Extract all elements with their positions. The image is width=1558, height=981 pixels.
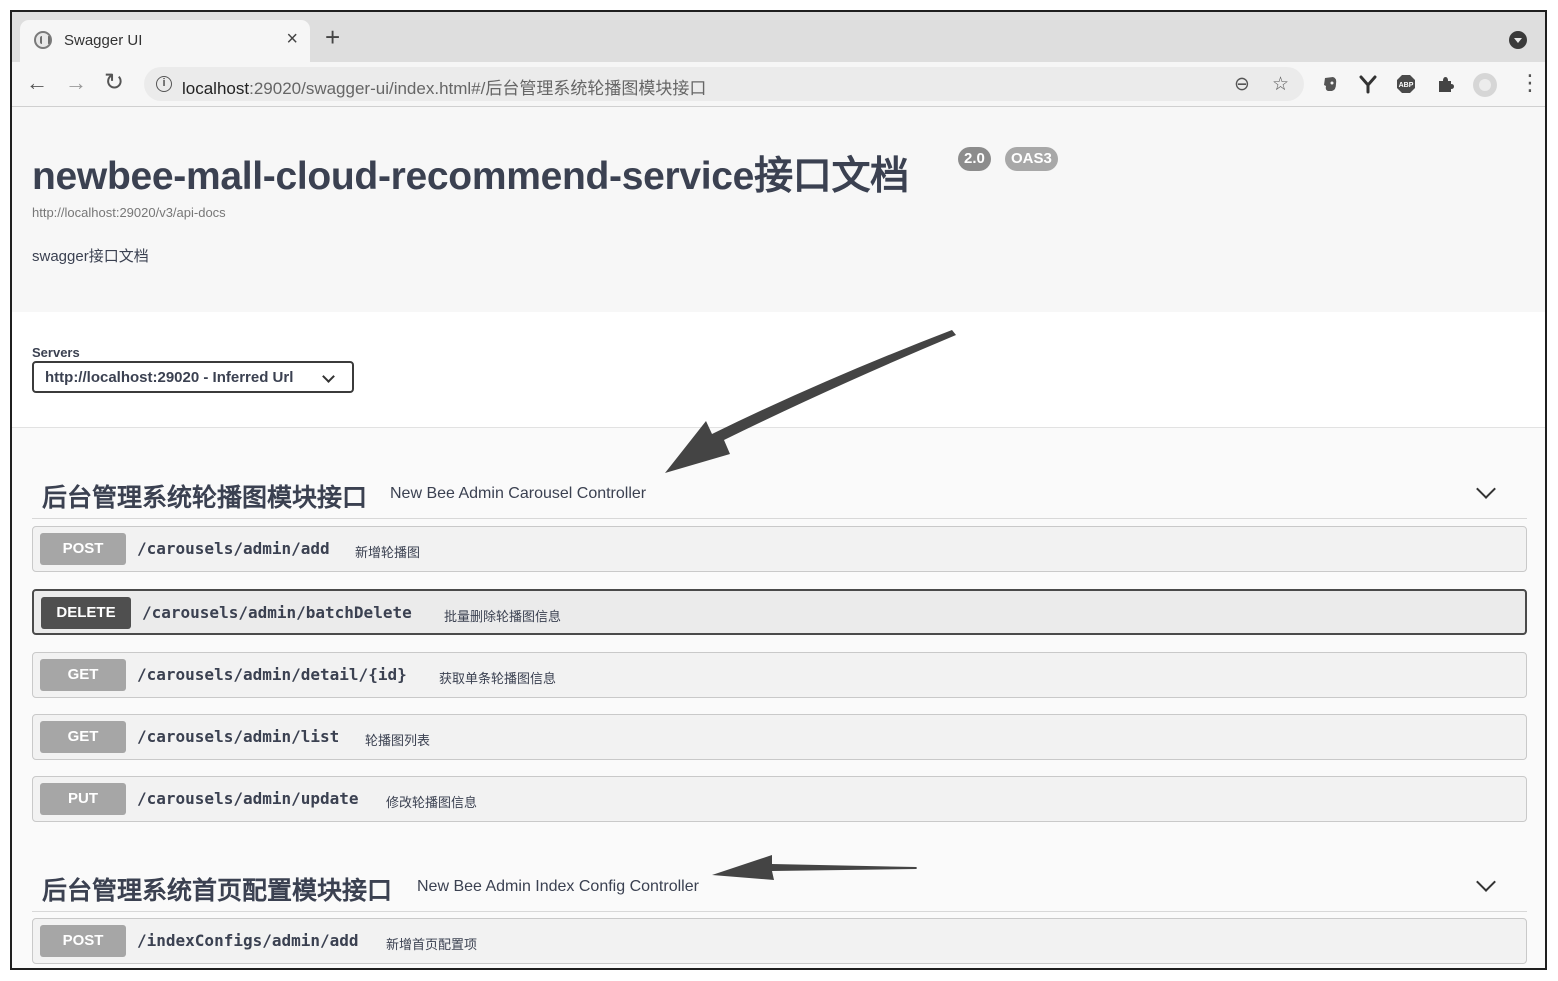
api-title: newbee-mall-cloud-recommend-service接口文档 <box>32 155 909 198</box>
server-select[interactable]: http://localhost:29020 - Inferred Url <box>32 361 354 393</box>
operation-post-carousel-add[interactable]: POST /carousels/admin/add 新增轮播图 <box>32 526 1527 572</box>
fork-extension-icon[interactable] <box>1358 74 1378 94</box>
servers-label: Servers <box>32 345 80 360</box>
reload-button[interactable]: ↻ <box>104 71 124 95</box>
operation-get-carousel-detail[interactable]: GET /carousels/admin/detail/{id} 获取单条轮播图… <box>32 652 1527 698</box>
method-badge: DELETE <box>41 597 131 629</box>
operation-summary: 轮播图列表 <box>365 733 431 748</box>
operation-summary: 新增轮播图 <box>355 545 421 560</box>
tag-description: New Bee Admin Index Config Controller <box>417 878 699 895</box>
tab-search-icon[interactable] <box>1509 31 1527 49</box>
svg-text:ABP: ABP <box>1399 82 1414 89</box>
tab-strip: Swagger UI × + <box>12 12 1545 62</box>
operation-summary: 批量删除轮播图信息 <box>444 609 562 624</box>
server-select-value: http://localhost:29020 - Inferred Url <box>45 369 294 386</box>
operation-delete-carousel-batch[interactable]: DELETE /carousels/admin/batchDelete 批量删除… <box>32 589 1527 635</box>
operation-summary: 新增首页配置项 <box>386 937 478 952</box>
url-text: localhost:29020/swagger-ui/index.html#/后… <box>182 74 706 99</box>
address-bar[interactable]: i localhost:29020/swagger-ui/index.html#… <box>144 67 1304 101</box>
operation-summary: 获取单条轮播图信息 <box>439 671 557 686</box>
tag-description: New Bee Admin Carousel Controller <box>390 485 647 502</box>
chevron-down-icon[interactable] <box>1476 872 1496 892</box>
api-description: swagger接口文档 <box>32 248 149 265</box>
zoom-icon[interactable]: ⊖ <box>1234 73 1250 96</box>
operation-post-index-config-add[interactable]: POST /indexConfigs/admin/add 新增首页配置项 <box>32 918 1527 964</box>
url-host: localhost <box>182 79 250 98</box>
operation-path: /indexConfigs/admin/add <box>137 931 359 950</box>
chevron-down-icon <box>322 370 335 383</box>
tag-header-index-config[interactable]: 后台管理系统首页配置模块接口 New Bee Admin Index Confi… <box>32 831 1527 912</box>
tag-name: 后台管理系统首页配置模块接口 <box>42 877 393 905</box>
operation-path: /carousels/admin/detail/{id} <box>137 665 407 684</box>
browser-menu-icon[interactable]: ⋮ <box>1519 71 1541 95</box>
api-docs-link[interactable]: http://localhost:29020/v3/api-docs <box>32 205 226 220</box>
method-badge: GET <box>40 659 126 691</box>
method-badge: PUT <box>40 783 126 815</box>
browser-window: Swagger UI × + ← → ↻ i localhost:29020/s… <box>10 10 1547 970</box>
oas-badge: OAS3 <box>1005 147 1058 171</box>
operation-path: /carousels/admin/add <box>137 539 330 558</box>
operation-summary: 修改轮播图信息 <box>386 795 478 810</box>
tab-title: Swagger UI <box>64 32 143 49</box>
back-button[interactable]: ← <box>26 71 48 95</box>
operation-path: /carousels/admin/batchDelete <box>142 603 412 622</box>
profile-avatar-icon[interactable] <box>1472 72 1498 98</box>
operation-get-carousel-list[interactable]: GET /carousels/admin/list 轮播图列表 <box>32 714 1527 760</box>
browser-tab[interactable]: Swagger UI × <box>20 20 310 62</box>
tag-name: 后台管理系统轮播图模块接口 <box>42 484 368 512</box>
version-badge: 2.0 <box>958 147 991 171</box>
browser-toolbar: ← → ↻ i localhost:29020/swagger-ui/index… <box>12 62 1545 107</box>
api-info-section: newbee-mall-cloud-recommend-service接口文档 … <box>12 107 1545 312</box>
operation-put-carousel-update[interactable]: PUT /carousels/admin/update 修改轮播图信息 <box>32 776 1527 822</box>
tag-header-carousel[interactable]: 后台管理系统轮播图模块接口 New Bee Admin Carousel Con… <box>32 438 1527 519</box>
forward-button[interactable]: → <box>65 71 87 95</box>
bookmark-star-icon[interactable]: ☆ <box>1272 73 1289 96</box>
operation-path: /carousels/admin/update <box>137 789 359 808</box>
adblock-extension-icon[interactable]: ABP <box>1396 74 1416 94</box>
method-badge: POST <box>40 925 126 957</box>
method-badge: GET <box>40 721 126 753</box>
swagger-favicon-icon <box>34 31 52 49</box>
tab-close-button[interactable]: × <box>286 28 298 51</box>
method-badge: POST <box>40 533 126 565</box>
site-info-icon[interactable]: i <box>156 76 172 92</box>
url-path: :29020/swagger-ui/index.html#/后台管理系统轮播图模… <box>249 79 707 98</box>
servers-section: Servers http://localhost:29020 - Inferre… <box>12 312 1545 428</box>
new-tab-button[interactable]: + <box>325 24 340 50</box>
operation-path: /carousels/admin/list <box>137 727 340 746</box>
evernote-extension-icon[interactable] <box>1320 74 1340 94</box>
chevron-down-icon[interactable] <box>1476 479 1496 499</box>
extensions-puzzle-icon[interactable] <box>1435 74 1455 94</box>
